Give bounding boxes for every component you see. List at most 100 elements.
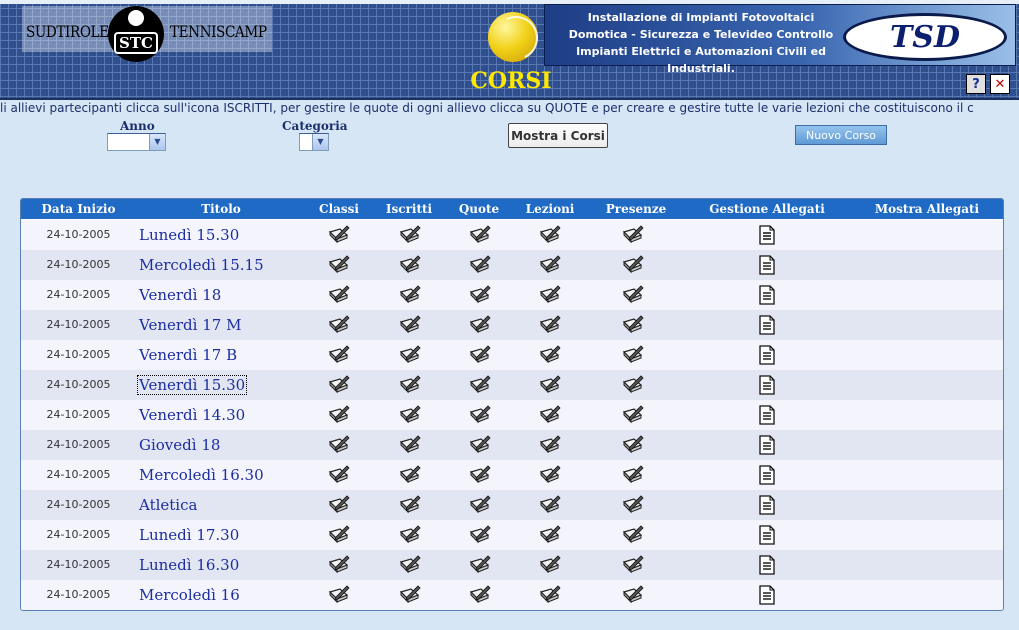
course-title-link[interactable]: Mercoledì 15.15 [138,250,265,280]
lezioni-edit-pencil-icon[interactable] [539,314,561,336]
iscritti-edit-pencil-icon[interactable] [399,254,421,276]
quote-edit-pencil-icon[interactable] [469,404,491,426]
sponsor-banner[interactable]: Installazione di Impianti Fotovoltaici D… [544,4,1016,75]
classi-edit-pencil-icon[interactable] [328,584,350,606]
iscritti-edit-pencil-icon[interactable] [399,494,421,516]
presenze-edit-pencil-icon[interactable] [622,584,644,606]
lezioni-edit-pencil-icon[interactable] [539,434,561,456]
new-course-button[interactable]: Nuovo Corso [795,125,887,145]
lezioni-edit-pencil-icon[interactable] [539,464,561,486]
classi-edit-pencil-icon[interactable] [328,554,350,576]
course-title-link[interactable]: Lunedì 15.30 [138,220,240,250]
quote-edit-pencil-icon[interactable] [469,524,491,546]
quote-edit-pencil-icon[interactable] [469,464,491,486]
gestione-allegati-document-icon[interactable] [757,225,777,245]
classi-edit-pencil-icon[interactable] [328,494,350,516]
course-title-link[interactable]: Venerdì 14.30 [138,400,246,430]
gestione-allegati-document-icon[interactable] [757,465,777,485]
gestione-allegati-document-icon[interactable] [757,285,777,305]
quote-edit-pencil-icon[interactable] [469,284,491,306]
iscritti-edit-pencil-icon[interactable] [399,524,421,546]
presenze-edit-pencil-icon[interactable] [622,494,644,516]
classi-edit-pencil-icon[interactable] [328,344,350,366]
presenze-edit-pencil-icon[interactable] [622,374,644,396]
presenze-edit-pencil-icon[interactable] [622,284,644,306]
classi-edit-pencil-icon[interactable] [328,374,350,396]
lezioni-edit-pencil-icon[interactable] [539,494,561,516]
classi-edit-pencil-icon[interactable] [328,524,350,546]
gestione-allegati-document-icon[interactable] [757,555,777,575]
presenze-edit-pencil-icon[interactable] [622,524,644,546]
course-title-link[interactable]: Venerdì 17 M [138,310,242,340]
course-title-link[interactable]: Giovedì 18 [138,430,221,460]
course-title-link[interactable]: Venerdì 15.30 [136,370,248,400]
lezioni-edit-pencil-icon[interactable] [539,284,561,306]
table-row: 24-10-2005 Atletica [21,490,1003,520]
quote-edit-pencil-icon[interactable] [469,224,491,246]
course-title-link[interactable]: Lunedì 17.30 [138,520,240,550]
classi-edit-pencil-icon[interactable] [328,434,350,456]
classi-edit-pencil-icon[interactable] [328,314,350,336]
classi-edit-pencil-icon[interactable] [328,224,350,246]
iscritti-edit-pencil-icon[interactable] [399,464,421,486]
course-title-link[interactable]: Venerdì 17 B [138,340,238,370]
table-row: 24-10-2005 Venerdì 18 [21,280,1003,310]
quote-edit-pencil-icon[interactable] [469,374,491,396]
iscritti-edit-pencil-icon[interactable] [399,584,421,606]
iscritti-edit-pencil-icon[interactable] [399,434,421,456]
categoria-select[interactable]: ▼ [299,133,329,151]
course-title-link[interactable]: Venerdì 18 [138,280,222,310]
quote-edit-pencil-icon[interactable] [469,554,491,576]
show-courses-button[interactable]: Mostra i Corsi [508,123,608,148]
iscritti-edit-pencil-icon[interactable] [399,314,421,336]
gestione-allegati-document-icon[interactable] [757,525,777,545]
presenze-edit-pencil-icon[interactable] [622,464,644,486]
gestione-allegati-document-icon[interactable] [757,375,777,395]
course-title-link[interactable]: Lunedì 16.30 [138,550,240,580]
lezioni-edit-pencil-icon[interactable] [539,344,561,366]
help-button[interactable]: ? [966,74,986,94]
lezioni-edit-pencil-icon[interactable] [539,404,561,426]
quote-edit-pencil-icon[interactable] [469,344,491,366]
presenze-edit-pencil-icon[interactable] [622,254,644,276]
presenze-edit-pencil-icon[interactable] [622,344,644,366]
presenze-edit-pencil-icon[interactable] [622,554,644,576]
lezioni-edit-pencil-icon[interactable] [539,224,561,246]
iscritti-edit-pencil-icon[interactable] [399,344,421,366]
classi-edit-pencil-icon[interactable] [328,404,350,426]
lezioni-edit-pencil-icon[interactable] [539,524,561,546]
quote-edit-pencil-icon[interactable] [469,494,491,516]
quote-edit-pencil-icon[interactable] [469,314,491,336]
close-button[interactable]: ✕ [990,74,1010,94]
presenze-edit-pencil-icon[interactable] [622,314,644,336]
iscritti-edit-pencil-icon[interactable] [399,404,421,426]
classi-edit-pencil-icon[interactable] [328,464,350,486]
lezioni-edit-pencil-icon[interactable] [539,254,561,276]
quote-edit-pencil-icon[interactable] [469,254,491,276]
iscritti-edit-pencil-icon[interactable] [399,554,421,576]
anno-select[interactable]: ▼ [107,133,166,151]
quote-edit-pencil-icon[interactable] [469,434,491,456]
course-title-link[interactable]: Mercoledì 16 [138,580,241,610]
quote-edit-pencil-icon[interactable] [469,584,491,606]
lezioni-edit-pencil-icon[interactable] [539,554,561,576]
course-title-link[interactable]: Atletica [138,490,198,520]
gestione-allegati-document-icon[interactable] [757,255,777,275]
gestione-allegati-document-icon[interactable] [757,315,777,335]
gestione-allegati-document-icon[interactable] [757,585,777,605]
gestione-allegati-document-icon[interactable] [757,435,777,455]
presenze-edit-pencil-icon[interactable] [622,224,644,246]
gestione-allegati-document-icon[interactable] [757,495,777,515]
lezioni-edit-pencil-icon[interactable] [539,374,561,396]
iscritti-edit-pencil-icon[interactable] [399,284,421,306]
course-title-link[interactable]: Mercoledì 16.30 [138,460,265,490]
iscritti-edit-pencil-icon[interactable] [399,224,421,246]
classi-edit-pencil-icon[interactable] [328,254,350,276]
classi-edit-pencil-icon[interactable] [328,284,350,306]
iscritti-edit-pencil-icon[interactable] [399,374,421,396]
presenze-edit-pencil-icon[interactable] [622,404,644,426]
gestione-allegati-document-icon[interactable] [757,345,777,365]
gestione-allegati-document-icon[interactable] [757,405,777,425]
lezioni-edit-pencil-icon[interactable] [539,584,561,606]
presenze-edit-pencil-icon[interactable] [622,434,644,456]
